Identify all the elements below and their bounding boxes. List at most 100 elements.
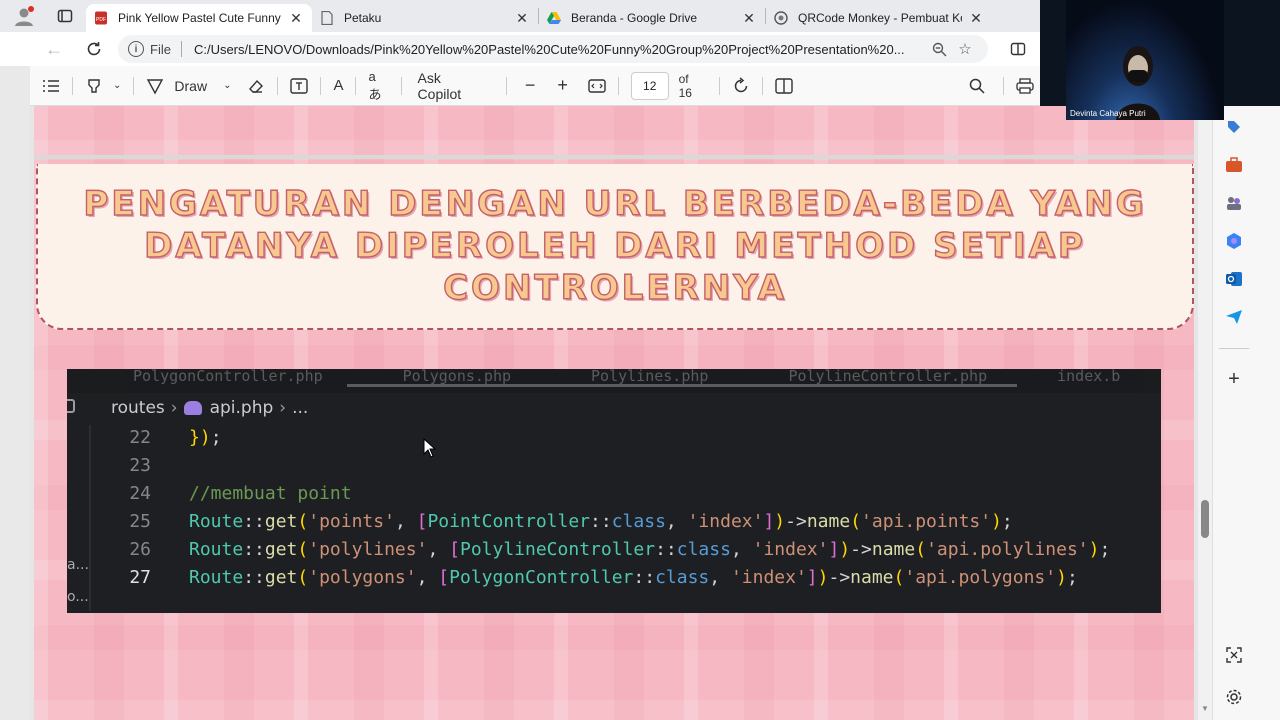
refresh-icon — [87, 42, 101, 56]
highlighter-icon — [88, 78, 100, 93]
pdf-viewport[interactable]: Pengaturan dengan URL berbeda-beda yang … — [30, 106, 1198, 720]
code-text: Route::get('points', [PointController::c… — [189, 510, 1013, 532]
send-icon[interactable] — [1223, 306, 1245, 328]
address-bar: ← i File C:/Users/LENOVO/Downloads/Pink%… — [0, 32, 1040, 66]
minus-icon: − — [524, 75, 536, 95]
tab-google-drive[interactable]: Beranda - Google Drive ✕ — [539, 4, 765, 32]
tab-actions-icon — [57, 9, 73, 23]
editor-tab: PolygonController.php — [133, 369, 323, 385]
scrollbar-thumb[interactable] — [1201, 500, 1209, 538]
draw-button[interactable]: Draw ⌄ — [140, 71, 237, 101]
tab-strip: PDF Pink Yellow Pastel Cute Funny Gr ✕ P… — [0, 0, 1040, 32]
close-icon[interactable]: ✕ — [514, 10, 530, 26]
toolbar-separator — [505, 76, 507, 95]
breadcrumb-file: api.php — [209, 398, 274, 418]
tab-qrcode-monkey[interactable]: QRCode Monkey - Pembuat Kod ✕ — [766, 4, 992, 32]
url-text[interactable]: C:/Users/LENOVO/Downloads/Pink%20Yellow%… — [194, 42, 926, 57]
print-button[interactable] — [1010, 71, 1040, 101]
zoom-out-icon[interactable] — [926, 36, 952, 62]
pen-icon — [147, 78, 164, 94]
profile-button[interactable] — [0, 0, 48, 32]
tag-icon[interactable] — [1223, 116, 1245, 138]
edge-sidebar: + — [1212, 106, 1280, 720]
rotate-button[interactable] — [726, 71, 756, 101]
tab-label: Beranda - Google Drive — [571, 11, 698, 25]
chevron-right-icon: › — [170, 398, 178, 418]
editor-tab: Polygons.php — [402, 369, 512, 385]
fit-to-width-button[interactable] — [582, 71, 612, 101]
tab-actions-button[interactable] — [48, 0, 82, 32]
zoom-in-button[interactable]: + — [551, 71, 574, 101]
copy-icon — [67, 399, 75, 413]
rotate-icon — [734, 76, 748, 92]
breadcrumb-more: ... — [292, 398, 309, 418]
pdf-toolbar: ⌄ Draw ⌄ A aあ Ask Copilot − + 12 of 16 — [30, 66, 1040, 106]
profile-icon — [15, 6, 34, 26]
webcam-overlay: Devinta Cahaya Putri — [1066, 0, 1224, 120]
translate-button[interactable]: aあ — [362, 69, 394, 102]
close-icon[interactable]: ✕ — [968, 10, 984, 26]
search-icon — [969, 78, 985, 94]
briefcase-icon[interactable] — [1223, 154, 1245, 176]
add-sidebar-app-icon[interactable]: + — [1223, 368, 1245, 390]
code-line: 22}); — [67, 423, 222, 451]
page-number-input[interactable]: 12 — [630, 71, 669, 100]
print-icon — [1016, 77, 1034, 94]
line-number: 27 — [129, 566, 151, 588]
svg-text:PDF: PDF — [96, 17, 106, 23]
tab-petaku[interactable]: Petaku ✕ — [312, 4, 538, 32]
search-button[interactable] — [963, 71, 991, 101]
code-line: 27 Route::get('polygons', [PolygonControl… — [67, 563, 1078, 591]
copilot-icon[interactable] — [1223, 230, 1245, 252]
slide-title-card: Pengaturan dengan URL berbeda-beda yang … — [36, 164, 1194, 330]
site-info-icon[interactable]: i — [128, 41, 144, 57]
games-icon[interactable] — [1223, 192, 1245, 214]
line-number: 25 — [129, 510, 151, 532]
ask-copilot-button[interactable]: Ask Copilot — [412, 69, 494, 102]
code-text: Route::get('polygons', [PolygonControlle… — [189, 566, 1078, 588]
php-file-icon — [183, 401, 202, 415]
page-gap — [34, 155, 1194, 159]
close-icon[interactable]: ✕ — [741, 10, 757, 26]
browser-window: PDF Pink Yellow Pastel Cute Funny Gr ✕ P… — [0, 0, 1280, 720]
omnibox[interactable]: i File C:/Users/LENOVO/Downloads/Pink%20… — [118, 35, 988, 63]
editor-tabs: PolygonController.php Polygons.php Polyl… — [67, 369, 1161, 393]
toolbar-separator — [277, 76, 279, 95]
scroll-down-icon[interactable]: ▼ — [1201, 704, 1209, 713]
participant-silhouette — [1116, 46, 1160, 120]
screenshot-icon[interactable] — [1223, 644, 1245, 666]
plus-icon: + — [557, 75, 568, 95]
tab-pdf[interactable]: PDF Pink Yellow Pastel Cute Funny Gr ✕ — [86, 4, 312, 32]
close-icon[interactable]: ✕ — [288, 10, 304, 26]
read-aloud-button[interactable]: A — [327, 71, 349, 101]
vertical-scrollbar[interactable]: ▲ ▼ — [1198, 106, 1212, 720]
draw-label: Draw — [174, 77, 208, 94]
page-number-value: 12 — [643, 78, 657, 93]
split-screen-button[interactable] — [998, 32, 1038, 66]
zoom-out-button[interactable]: − — [519, 71, 542, 101]
erase-button[interactable] — [241, 71, 271, 101]
code-line: 24 //membuat point — [67, 479, 351, 507]
pdf-icon: PDF — [94, 11, 108, 25]
add-text-button[interactable] — [284, 71, 314, 101]
ask-copilot-label: Ask Copilot — [417, 69, 462, 102]
highlight-button[interactable]: ⌄ — [79, 71, 127, 101]
page-view-button[interactable] — [769, 71, 799, 101]
outlook-icon[interactable] — [1223, 268, 1245, 290]
refresh-button[interactable] — [74, 32, 114, 66]
table-of-contents-icon — [43, 79, 59, 92]
code-line: 25 Route::get('points', [PointController:… — [67, 507, 1013, 535]
toolbar-separator — [355, 76, 357, 95]
back-button[interactable]: ← — [34, 32, 74, 66]
line-number: 23 — [129, 454, 151, 476]
contents-button[interactable] — [36, 71, 66, 101]
favorite-star-icon[interactable]: ☆ — [952, 36, 978, 62]
line-number: 24 — [129, 482, 151, 504]
settings-gear-icon[interactable] — [1223, 686, 1245, 708]
toolbar-separator — [719, 76, 721, 95]
omnibox-divider — [180, 41, 182, 57]
editor-tab: PolylineController.php — [788, 369, 988, 385]
pdf-page: Pengaturan dengan URL berbeda-beda yang … — [34, 106, 1194, 720]
participant-name: Devinta Cahaya Putri — [1070, 109, 1146, 118]
code-text: }); — [189, 426, 222, 448]
